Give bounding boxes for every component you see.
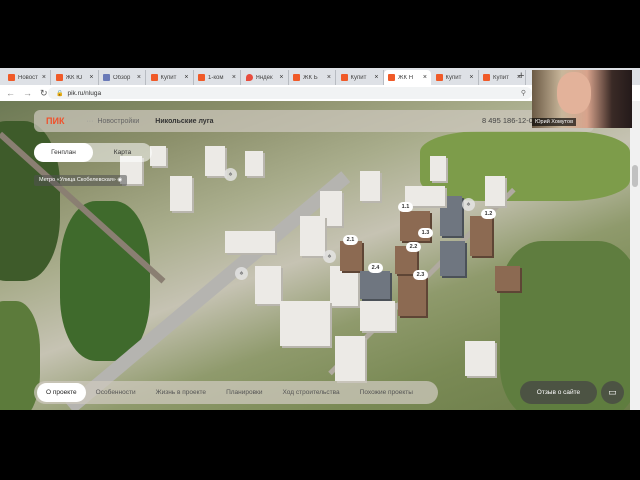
pik-icon [198,74,205,81]
building-marker[interactable]: 1.1 [398,202,413,212]
project-nav-item[interactable]: Жизнь в проекте [146,389,216,396]
browser-tab[interactable]: Новост × [4,70,51,85]
webcam-person [557,72,591,114]
browser-tab[interactable]: 1-ком × [194,70,241,85]
url-text: pik.ru/nluga [67,89,102,97]
tab-label: Яндек [255,74,273,81]
phone-number[interactable]: 8 495 186-12-04 [482,116,537,125]
browser-tab[interactable]: Купит × [147,70,194,85]
yandex-maps-icon [245,74,253,81]
pik-icon [293,74,300,81]
metro-label-text: Метро «Улица Скобелевская» [39,177,116,183]
browser-tab[interactable]: Купит × [337,70,384,85]
pik-icon [55,74,63,81]
pik-icon [483,74,490,81]
search-icon[interactable]: ⚲ [521,89,526,97]
close-tab-icon[interactable]: × [232,74,236,81]
close-tab-icon[interactable]: × [469,74,473,81]
tab-label: Новост [18,74,38,81]
building-marker[interactable]: 2.2 [406,242,421,252]
close-tab-icon[interactable]: × [184,74,188,81]
tab-label: 1-ком [208,74,224,81]
forward-icon[interactable]: → [23,88,32,98]
close-tab-icon[interactable]: × [89,74,93,81]
browser-tab[interactable]: ЖК Н × [384,70,431,85]
browser-tab[interactable]: ЖК Б × [289,70,336,85]
school-pin-icon[interactable]: ♠ [323,250,336,263]
toggle-genplan[interactable]: Генплан [34,143,93,162]
new-tab-button[interactable]: + [518,70,524,82]
tab-label: Купит [445,74,462,81]
browser-tab[interactable]: Купит × [432,70,479,85]
close-tab-icon[interactable]: × [423,74,427,81]
close-tab-icon[interactable]: × [137,74,141,81]
close-tab-icon[interactable]: × [327,74,331,81]
scrollbar[interactable] [630,101,640,410]
school-pin-icon[interactable]: ♠ [235,267,248,280]
tab-label: ЖК Б [303,74,318,81]
tab-label: ЖК Н [398,74,414,81]
metro-label[interactable]: Метро «Улица Скобелевская» ◉ [34,175,128,186]
close-tab-icon[interactable]: × [374,74,378,81]
webcam-name: Юрий Хомутов [532,118,576,126]
building-marker[interactable]: 2.4 [368,263,383,273]
tab-label: ЖК Ю [65,74,83,81]
building-marker[interactable]: 1.2 [481,209,496,219]
tab-label: Обзор [113,74,131,81]
browser-tab[interactable]: Обзор × [99,70,146,85]
chat-icon[interactable]: ▭ [601,381,624,404]
address-bar[interactable]: 🔒 pik.ru/nluga ⚲ [48,87,532,99]
project-nav-item[interactable]: Ход строительства [273,389,350,396]
browser-tab[interactable]: Яндек × [242,70,289,85]
tab-label: Купит [493,74,509,81]
school-pin-icon[interactable]: ♠ [224,168,237,181]
feedback-button[interactable]: Отзыв о сайте [520,381,597,404]
image-icon [103,74,110,81]
breadcrumb-novostroiki[interactable]: Новостройки [97,118,139,125]
building-marker[interactable]: 1.3 [418,228,433,238]
pik-icon [340,74,348,81]
webcam-overlay: Юрий Хомутов [532,70,632,128]
close-tab-icon[interactable]: × [42,74,46,81]
scrollbar-thumb[interactable] [632,165,638,187]
view-toggle: Генплан Карта [34,143,152,162]
lock-icon: 🔒 [56,90,64,97]
pik-icon [435,74,443,81]
pik-icon [388,74,395,81]
pik-logo[interactable]: ПИК [46,116,64,126]
building-marker[interactable]: 2.1 [343,235,358,245]
project-nav-item[interactable]: Особенности [86,389,146,396]
browser-tab[interactable]: ЖК Ю × [52,70,99,85]
project-nav: О проекте Особенности Жизнь в проекте Плани… [34,381,438,404]
breadcrumb-current: Никольские луга [155,117,214,125]
project-nav-item[interactable]: О проекте [37,383,86,402]
reload-icon[interactable]: ↻ [40,88,48,99]
field-area [420,131,630,201]
eye-icon: ◉ [117,177,123,183]
project-nav-item[interactable]: Планировки [216,389,272,396]
project-nav-item[interactable]: Похожие проекты [350,389,423,396]
tab-label: Купит [160,74,177,81]
pik-icon [150,74,158,81]
building-marker[interactable]: 2.3 [413,270,428,280]
pik-icon [8,74,15,81]
toggle-map[interactable]: Карта [93,143,152,162]
menu-dots-icon[interactable]: ··· [86,118,93,125]
school-pin-icon[interactable]: ♠ [462,198,475,211]
tab-label: Купит [350,74,367,81]
back-icon[interactable]: ← [6,88,15,98]
close-tab-icon[interactable]: × [279,74,283,81]
